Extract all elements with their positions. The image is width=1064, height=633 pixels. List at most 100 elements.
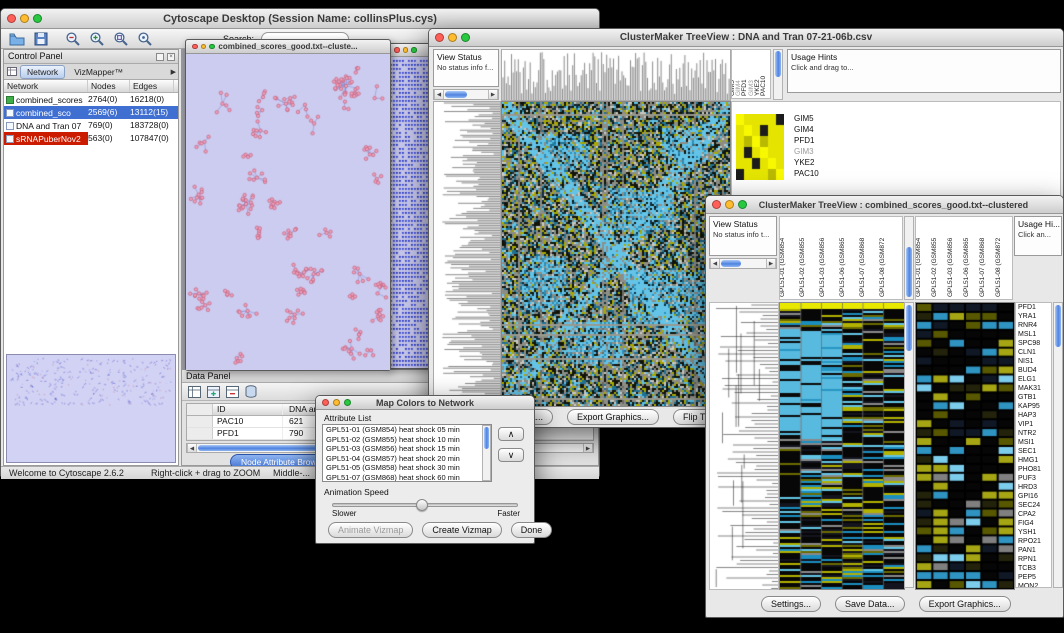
settings-button[interactable]: Settings... <box>761 596 821 612</box>
gene-label[interactable]: RPN1 <box>1016 555 1051 564</box>
tab-overflow-icon[interactable]: ▶ <box>171 68 176 76</box>
attribute-list-item[interactable]: GPL51-03 (GSM856) heat shock 15 min <box>323 444 491 454</box>
gene-label[interactable]: YSH1 <box>1016 528 1051 537</box>
attribute-list-item[interactable]: GPL51-01 (GSM854) heat shock 05 min <box>323 425 491 435</box>
tv2-heatmap[interactable] <box>779 302 905 590</box>
scroll-right-icon[interactable]: ▶ <box>766 259 776 268</box>
create-vizmap-button[interactable]: Create Vizmap <box>422 522 501 538</box>
scroll-left-icon[interactable]: ◀ <box>434 90 444 99</box>
zoom-window-icon[interactable] <box>738 200 747 209</box>
zoom-selected-icon[interactable] <box>137 31 153 47</box>
network-graph-canvas[interactable] <box>186 54 390 370</box>
minimize-icon[interactable] <box>448 33 457 42</box>
close-icon[interactable] <box>394 47 400 53</box>
tv1-similarity-matrix[interactable] <box>736 114 784 180</box>
id-column-header[interactable]: ID <box>213 404 283 415</box>
scroll-left-icon[interactable]: ◀ <box>710 259 720 268</box>
scroll-right-icon[interactable]: ▶ <box>488 90 498 99</box>
minimize-icon[interactable] <box>20 14 29 23</box>
attribute-delete-icon[interactable] <box>226 386 239 398</box>
tab-network[interactable]: Network <box>20 65 65 79</box>
treeview2-titlebar[interactable]: ClusterMaker TreeView : combined_scores_… <box>706 196 1063 214</box>
close-icon[interactable] <box>322 399 329 406</box>
tv1-labels-vscrollbar[interactable] <box>773 49 783 100</box>
gene-label[interactable]: SEC1 <box>1016 447 1051 456</box>
gene-label[interactable]: PUF3 <box>1016 474 1051 483</box>
attribute-listbox[interactable]: GPL51-01 (GSM854) heat shock 05 minGPL51… <box>322 424 492 482</box>
gene-label[interactable]: PFD1 <box>1016 303 1051 312</box>
zoom-window-icon[interactable] <box>209 44 215 50</box>
minimize-icon[interactable] <box>725 200 734 209</box>
zoom-window-icon[interactable] <box>411 47 417 53</box>
open-folder-icon[interactable] <box>9 31 25 47</box>
attribute-list-vscrollbar[interactable] <box>482 425 491 481</box>
move-down-button[interactable]: ∨ <box>498 448 524 462</box>
col-nodes[interactable]: Nodes <box>88 80 130 92</box>
gene-label[interactable]: CPA2 <box>1016 510 1051 519</box>
close-icon[interactable] <box>7 14 16 23</box>
scroll-right-icon[interactable]: ▶ <box>583 444 593 452</box>
tv2-heatmap-vscrollbar[interactable] <box>904 302 914 588</box>
attribute-list-item[interactable]: GPL51-07 (GSM868) heat shock 60 min <box>323 473 491 482</box>
gene-label[interactable]: HAP3 <box>1016 411 1051 420</box>
move-up-button[interactable]: ∧ <box>498 427 524 441</box>
tv2-gene-vscrollbar[interactable] <box>1053 302 1063 588</box>
dialog-titlebar[interactable]: Map Colors to Network <box>316 396 534 410</box>
zoom-fit-icon[interactable] <box>113 31 129 47</box>
main-window-titlebar[interactable]: Cytoscape Desktop (Session Name: collins… <box>1 9 599 29</box>
attribute-list-item[interactable]: GPL51-02 (GSM855) heat shock 10 min <box>323 435 491 445</box>
gene-label[interactable]: GPI16 <box>1016 492 1051 501</box>
minimize-icon[interactable] <box>403 47 409 53</box>
network-view-titlebar[interactable]: combined_scores_good.txt--cluste... <box>186 40 390 54</box>
gene-label[interactable]: KAP95 <box>1016 402 1051 411</box>
gene-label[interactable]: RPO21 <box>1016 537 1051 546</box>
network-list-row[interactable]: sRNAPuberNov2563(0)107847(0) <box>4 132 178 145</box>
save-icon[interactable] <box>33 31 49 47</box>
gene-label[interactable]: VIP1 <box>1016 420 1051 429</box>
gene-label[interactable]: MSL1 <box>1016 330 1051 339</box>
zoom-window-icon[interactable] <box>33 14 42 23</box>
tv2-hscrollbar[interactable]: ◀ ▶ <box>709 258 777 269</box>
gene-label[interactable]: HRD3 <box>1016 483 1051 492</box>
attribute-list-item[interactable]: GPL51-05 (GSM858) heat shock 30 min <box>323 463 491 473</box>
gene-label[interactable]: HMG1 <box>1016 456 1051 465</box>
minimize-icon[interactable] <box>333 399 340 406</box>
scroll-left-icon[interactable]: ◀ <box>187 444 197 452</box>
gene-label[interactable]: RNR4 <box>1016 321 1051 330</box>
col-network[interactable]: Network <box>4 80 88 92</box>
attribute-create-icon[interactable] <box>207 386 220 398</box>
export-graphics-button[interactable]: Export Graphics... <box>919 596 1011 612</box>
close-panel-icon[interactable]: × <box>167 53 175 61</box>
zoom-in-icon[interactable] <box>89 31 105 47</box>
close-icon[interactable] <box>712 200 721 209</box>
network-overview-thumbnail[interactable] <box>6 354 176 463</box>
gene-label[interactable]: SPC98 <box>1016 339 1051 348</box>
gene-label[interactable]: NIS1 <box>1016 357 1051 366</box>
attribute-select-icon[interactable] <box>188 386 201 398</box>
tv1-hscrollbar[interactable]: ◀ ▶ <box>433 89 499 100</box>
gene-label[interactable]: TCB3 <box>1016 564 1051 573</box>
gene-label[interactable]: MON2 <box>1016 582 1051 588</box>
gene-label[interactable]: CLN1 <box>1016 348 1051 357</box>
minimize-icon[interactable] <box>201 44 207 50</box>
gene-label[interactable]: PAN1 <box>1016 546 1051 555</box>
gene-label[interactable]: SEC24 <box>1016 501 1051 510</box>
close-icon[interactable] <box>192 44 198 50</box>
tv1-column-dendrogram[interactable] <box>501 49 731 101</box>
gene-label[interactable]: MSI1 <box>1016 438 1051 447</box>
gene-label[interactable]: NTR2 <box>1016 429 1051 438</box>
network-list-row[interactable]: DNA and Tran 07769(0)183728(0) <box>4 119 178 132</box>
tab-vizmapper[interactable]: VizMapper™ <box>68 66 129 78</box>
gene-label[interactable]: ELG1 <box>1016 375 1051 384</box>
zoom-window-icon[interactable] <box>461 33 470 42</box>
zoom-out-icon[interactable] <box>65 31 81 47</box>
network-list-row[interactable]: combined_scores2764(0)16218(0) <box>4 93 178 106</box>
gene-label[interactable]: PEP5 <box>1016 573 1051 582</box>
treeview1-titlebar[interactable]: ClusterMaker TreeView : DNA and Tran 07-… <box>429 29 1063 47</box>
gene-label[interactable]: GTB1 <box>1016 393 1051 402</box>
save-data-button[interactable]: Save Data... <box>835 596 905 612</box>
close-icon[interactable] <box>435 33 444 42</box>
float-panel-icon[interactable] <box>156 53 164 61</box>
network-list-row[interactable]: combined_sco2569(6)13112(15) <box>4 106 178 119</box>
tv2-zoom-heatmap[interactable] <box>915 302 1015 590</box>
